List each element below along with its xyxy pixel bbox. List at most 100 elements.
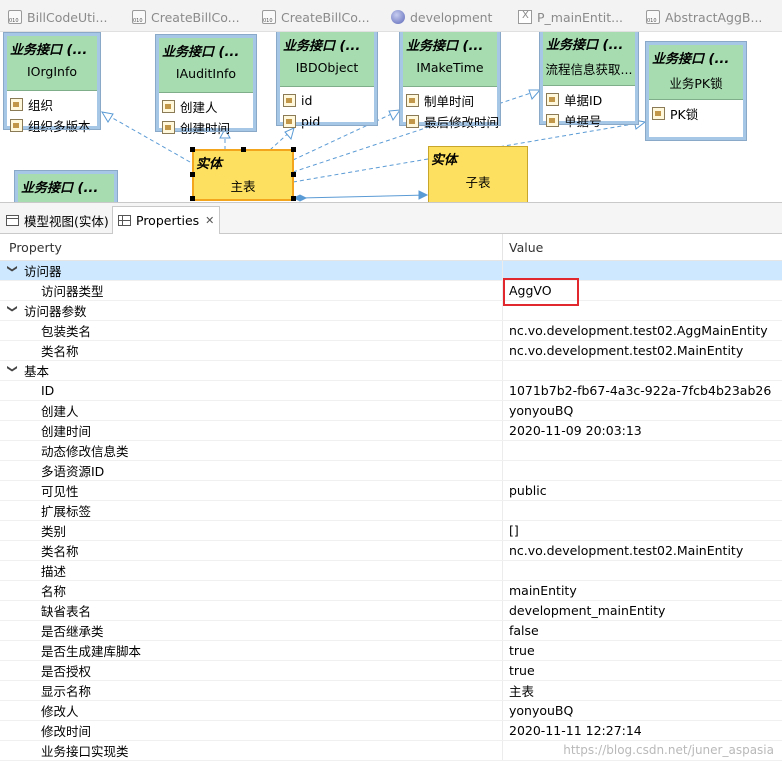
entity-child-table[interactable]: 实体 子表 bbox=[428, 146, 528, 202]
property-row[interactable]: 是否授权 true bbox=[0, 661, 782, 681]
interface-attribute[interactable]: 单据ID bbox=[543, 89, 635, 110]
tab-model-view[interactable]: 模型视图(实体) bbox=[6, 209, 109, 231]
property-row[interactable]: 修改人 yonyouBQ bbox=[0, 701, 782, 721]
property-value-cell[interactable]: 2020-11-09 20:03:13 bbox=[503, 421, 782, 440]
property-row[interactable]: 类别 [] bbox=[0, 521, 782, 541]
editor-tab-billcodeutil[interactable]: BillCodeUti... bbox=[8, 7, 128, 27]
editor-tab-createbillcode-2[interactable]: CreateBillCo... bbox=[262, 7, 387, 27]
property-value-cell[interactable]: yonyouBQ bbox=[503, 401, 782, 420]
resize-handle[interactable] bbox=[190, 172, 195, 177]
property-key-label: 访问器类型 bbox=[41, 284, 104, 299]
interface-pklock[interactable]: 业务接口 (... 业务PK锁 PK锁 bbox=[645, 41, 747, 141]
chevron-down-icon[interactable]: ❯ bbox=[7, 265, 18, 277]
model-diagram-canvas[interactable]: 业务接口 (... IOrgInfo 组织 组织多版本 业务接口 (... IA… bbox=[0, 32, 782, 202]
property-row[interactable]: 修改时间 2020-11-11 12:27:14 bbox=[0, 721, 782, 741]
interface-attribute[interactable]: 组织 bbox=[7, 94, 97, 115]
property-category-row[interactable]: ❯ 基本 bbox=[0, 361, 782, 381]
column-header-property[interactable]: Property bbox=[0, 234, 503, 260]
interface-attribute[interactable]: pid bbox=[280, 111, 374, 132]
property-row[interactable]: 是否继承类 false bbox=[0, 621, 782, 641]
property-row[interactable]: 包装类名 nc.vo.development.test02.AggMainEnti… bbox=[0, 321, 782, 341]
property-value-cell[interactable]: nc.vo.development.test02.MainEntity bbox=[503, 341, 782, 360]
property-value-cell[interactable] bbox=[503, 301, 782, 320]
property-row[interactable]: 动态修改信息类 bbox=[0, 441, 782, 461]
property-value-cell[interactable]: mainEntity bbox=[503, 581, 782, 600]
property-value-cell[interactable]: development_mainEntity bbox=[503, 601, 782, 620]
property-value-cell[interactable] bbox=[503, 441, 782, 460]
property-row[interactable]: 多语资源ID bbox=[0, 461, 782, 481]
property-value-cell[interactable]: false bbox=[503, 621, 782, 640]
property-row[interactable]: 描述 bbox=[0, 561, 782, 581]
property-row[interactable]: 是否生成建库脚本 true bbox=[0, 641, 782, 661]
property-value-cell[interactable]: true bbox=[503, 661, 782, 680]
interface-attribute[interactable]: 制单时间 bbox=[403, 90, 497, 111]
resize-handle[interactable] bbox=[241, 147, 246, 152]
attribute-label: 创建人 bbox=[180, 100, 218, 115]
property-row[interactable]: 创建人 yonyouBQ bbox=[0, 401, 782, 421]
resize-handle[interactable] bbox=[291, 147, 296, 152]
property-value-cell[interactable] bbox=[503, 461, 782, 480]
attribute-icon bbox=[162, 121, 175, 134]
property-value-cell[interactable]: true bbox=[503, 641, 782, 660]
interface-iauditinfo[interactable]: 业务接口 (... IAuditInfo 创建人 创建时间 bbox=[155, 34, 257, 136]
interface-attribute[interactable]: 组织多版本 bbox=[7, 115, 97, 136]
interface-header: 业务接口 (... IOrgInfo bbox=[7, 36, 97, 91]
interface-attribute[interactable]: 创建人 bbox=[159, 96, 253, 117]
interface-iorginfo[interactable]: 业务接口 (... IOrgInfo 组织 组织多版本 bbox=[3, 32, 101, 134]
property-row[interactable]: 缺省表名 development_mainEntity bbox=[0, 601, 782, 621]
resize-handle[interactable] bbox=[190, 147, 195, 152]
property-value-cell[interactable]: nc.vo.development.test02.MainEntity bbox=[503, 541, 782, 560]
editor-tab-p-mainentity[interactable]: P_mainEntit... bbox=[518, 7, 638, 27]
interface-attribute[interactable]: 最后修改时间 bbox=[403, 111, 499, 132]
property-row[interactable]: 创建时间 2020-11-09 20:03:13 bbox=[0, 421, 782, 441]
property-value-cell[interactable] bbox=[503, 361, 782, 380]
interface-attribute[interactable]: id bbox=[280, 90, 374, 111]
resize-handle[interactable] bbox=[291, 196, 296, 201]
interface-type-label: 业务接口 (... bbox=[162, 45, 240, 60]
interface-flowinfo[interactable]: 业务接口 (... 流程信息获取... 单据ID 单据号 bbox=[539, 32, 639, 129]
property-row[interactable]: 名称 mainEntity bbox=[0, 581, 782, 601]
interface-attribute[interactable]: PK锁 bbox=[649, 103, 743, 124]
property-value-cell[interactable] bbox=[503, 561, 782, 580]
interface-partial[interactable]: 业务接口 (... bbox=[14, 170, 118, 202]
property-value-cell[interactable]: 2020-11-11 12:27:14 bbox=[503, 721, 782, 740]
property-key-label: 是否授权 bbox=[41, 664, 92, 679]
interface-attribute[interactable]: 创建时间 bbox=[159, 117, 253, 138]
property-value-cell[interactable] bbox=[503, 501, 782, 520]
editor-tab-createbillcode-1[interactable]: CreateBillCo... bbox=[132, 7, 257, 27]
resize-handle[interactable] bbox=[291, 172, 296, 177]
property-row[interactable]: 扩展标签 bbox=[0, 501, 782, 521]
interface-imaketime[interactable]: 业务接口 (... IMakeTime 制单时间 最后修改时间 bbox=[399, 32, 501, 130]
property-category-row[interactable]: ❯ 访问器参数 bbox=[0, 301, 782, 321]
column-header-value[interactable]: Value bbox=[503, 234, 782, 260]
interface-attribute[interactable]: 单据号 bbox=[543, 110, 635, 131]
property-row[interactable]: 可见性 public bbox=[0, 481, 782, 501]
property-key-label: 名称 bbox=[41, 584, 67, 599]
editor-tab-label: development bbox=[410, 9, 493, 25]
attribute-icon bbox=[546, 93, 559, 106]
property-value-cell[interactable]: public bbox=[503, 481, 782, 500]
property-row[interactable]: 类名称 nc.vo.development.test02.MainEntity bbox=[0, 341, 782, 361]
property-value-cell[interactable]: [] bbox=[503, 521, 782, 540]
interface-name: IAuditInfo bbox=[175, 66, 237, 81]
property-category-row[interactable]: ❯ 访问器 bbox=[0, 261, 782, 281]
chevron-down-icon[interactable]: ❯ bbox=[7, 305, 18, 317]
chevron-down-icon[interactable]: ❯ bbox=[7, 365, 18, 377]
property-row[interactable]: 访问器类型 AggVO bbox=[0, 278, 782, 306]
close-icon[interactable]: ✕ bbox=[205, 214, 214, 227]
resize-handle[interactable] bbox=[190, 196, 195, 201]
entity-main-table[interactable]: 实体 主表 bbox=[192, 149, 294, 201]
property-row[interactable]: 类名称 nc.vo.development.test02.MainEntity bbox=[0, 541, 782, 561]
property-value-cell[interactable]: AggVO bbox=[503, 278, 782, 306]
property-value-cell[interactable]: yonyouBQ bbox=[503, 701, 782, 720]
property-value-cell[interactable]: 主表 bbox=[503, 681, 782, 700]
property-value-cell[interactable]: 1071b7b2-fb67-4a3c-922a-7fcb4b23ab26 bbox=[503, 381, 782, 400]
property-key-cell: 访问器类型 bbox=[0, 281, 503, 300]
tab-properties[interactable]: Properties ✕ bbox=[112, 206, 221, 235]
interface-ibdobject[interactable]: 业务接口 (... IBDObject id pid bbox=[276, 32, 378, 129]
property-row[interactable]: 显示名称 主表 bbox=[0, 681, 782, 701]
property-row[interactable]: ID 1071b7b2-fb67-4a3c-922a-7fcb4b23ab26 bbox=[0, 381, 782, 401]
property-value-cell[interactable]: nc.vo.development.test02.AggMainEntity bbox=[503, 321, 782, 340]
editor-tab-development[interactable]: development bbox=[391, 7, 511, 27]
editor-tab-abstractaggbill[interactable]: AbstractAggB... bbox=[646, 7, 776, 27]
